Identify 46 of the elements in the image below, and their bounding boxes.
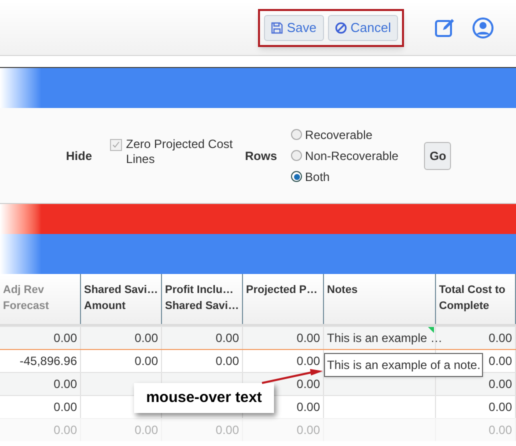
table-cell-text: 0.00 (296, 376, 320, 393)
prohibited-icon (334, 22, 347, 34)
radio-button[interactable] (291, 150, 302, 161)
radio-label: Non-Recoverable (305, 148, 398, 164)
table-cell-text: 0.00 (488, 376, 512, 393)
column-header[interactable]: Notes (324, 274, 436, 324)
column-header[interactable]: Shared Savi… Amount (81, 274, 162, 324)
table-row[interactable]: 0.00 0.00 0.00 0.00 This is an example … 0.00 (0, 326, 516, 349)
column-header[interactable]: Projected P… (243, 274, 324, 324)
table-cell-text: 0.00 (296, 422, 320, 439)
note-tooltip: This is an example of a note. (324, 353, 484, 377)
go-button[interactable]: Go (424, 142, 452, 170)
table-cell-text: 0.00 (54, 399, 77, 416)
table-cell-text: 0.00 (488, 422, 512, 439)
cancel-button[interactable]: Cancel (328, 14, 398, 40)
edit-icon[interactable] (434, 16, 456, 38)
table-cell-text: 0.00 (134, 353, 158, 370)
table-cell-text: 0.00 (216, 330, 239, 347)
checkmark-icon (112, 140, 120, 148)
table-cell-text: 0.00 (296, 399, 320, 416)
table-cell-text: 0.00 (134, 422, 158, 439)
table-cell-text: 0.00 (216, 353, 239, 370)
radio-button[interactable] (291, 129, 302, 140)
table-cell-text: 0.00 (488, 353, 512, 370)
table-cell-text: 0.00 (488, 399, 512, 416)
user-profile-icon[interactable] (472, 16, 494, 38)
table-cell-text: 0.00 (54, 376, 77, 393)
rows-label: Rows (245, 148, 278, 164)
table-cell-text: 0.00 (54, 422, 77, 439)
table-cell-text: 0.00 (296, 353, 320, 370)
note-text: This is an example … (327, 330, 442, 347)
column-header[interactable]: Total Cost to Complete (436, 274, 516, 324)
save-button[interactable]: Save (264, 14, 324, 40)
checkbox-label: Zero Projected Cost Lines (126, 136, 234, 166)
hide-label: Hide (66, 148, 92, 164)
table-cell-text: 0.00 (488, 330, 512, 347)
radio-button[interactable] (291, 171, 302, 182)
callout-label: mouse-over text (134, 383, 274, 413)
table-cell-text: 0.00 (54, 330, 77, 347)
table-cell-text: -45,896.96 (20, 353, 77, 370)
table-cell-text: 0.00 (134, 330, 158, 347)
radio-label: Both (305, 168, 330, 186)
table-cell-text: 0.00 (216, 422, 239, 439)
column-header[interactable]: Profit Inclu… Shared Savi… (162, 274, 243, 324)
table-cell-text: 0.00 (296, 330, 320, 347)
radio-label: Recoverable (305, 126, 372, 144)
